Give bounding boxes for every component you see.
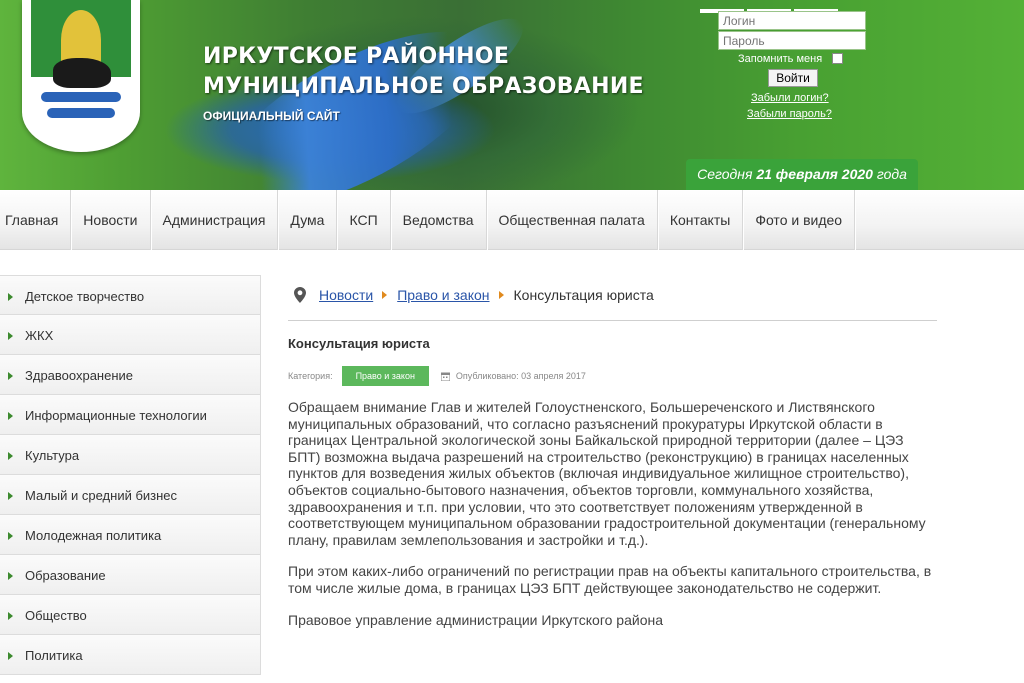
nav-item-duma[interactable]: Дума bbox=[278, 190, 338, 250]
remember-me-checkbox[interactable] bbox=[832, 53, 843, 64]
chevron-right-icon bbox=[8, 412, 13, 420]
category-badge[interactable]: Право и закон bbox=[341, 366, 429, 386]
nav-item-contacts[interactable]: Контакты bbox=[658, 190, 744, 250]
sidebar-menu: Детское творчество ЖКХ Здравоохранение И… bbox=[0, 275, 261, 675]
chevron-right-icon bbox=[8, 532, 13, 540]
sidebar-item-housing[interactable]: ЖКХ bbox=[0, 315, 261, 355]
article-paragraph: Обращаем внимание Глав и жителей Голоуст… bbox=[288, 399, 926, 548]
chevron-right-icon bbox=[8, 293, 13, 301]
today-date: Сегодня 21 февраля 2020 года bbox=[686, 159, 918, 190]
nav-item-agencies[interactable]: Ведомства bbox=[391, 190, 487, 250]
sidebar-item-youth[interactable]: Молодежная политика bbox=[0, 515, 261, 555]
forgot-login-link[interactable]: Забыли логин? bbox=[751, 92, 829, 104]
breadcrumb-link-law[interactable]: Право и закон bbox=[397, 287, 489, 303]
site-title-line2: МУНИЦИПАЛЬНОЕ ОБРАЗОВАНИЕ bbox=[203, 74, 644, 99]
breadcrumb: Новости Право и закон Консультация юрист… bbox=[294, 287, 654, 303]
divider bbox=[288, 320, 937, 321]
site-header: ИРКУТСКОЕ РАЙОННОЕ МУНИЦИПАЛЬНОЕ ОБРАЗОВ… bbox=[0, 0, 1024, 190]
login-input[interactable] bbox=[718, 11, 866, 30]
site-subtitle: ОФИЦИАЛЬНЫЙ САЙТ bbox=[203, 109, 340, 123]
login-button[interactable]: Войти bbox=[768, 69, 818, 87]
article-paragraph: Правовое управление администрации Иркутс… bbox=[288, 611, 664, 628]
map-pin-icon bbox=[294, 287, 306, 303]
sidebar-item-education[interactable]: Образование bbox=[0, 555, 261, 595]
nav-item-home[interactable]: Главная bbox=[0, 190, 72, 250]
nav-item-news[interactable]: Новости bbox=[71, 190, 151, 250]
chevron-right-icon bbox=[8, 452, 13, 460]
coat-of-arms-icon[interactable] bbox=[22, 0, 140, 152]
article-paragraph: При этом каких-либо ограничений по регис… bbox=[288, 563, 932, 596]
breadcrumb-link-news[interactable]: Новости bbox=[319, 287, 373, 303]
chevron-right-icon bbox=[8, 372, 13, 380]
chevron-right-icon bbox=[8, 612, 13, 620]
main-nav: Главная Новости Администрация Дума КСП В… bbox=[0, 190, 1024, 250]
calendar-icon bbox=[440, 372, 450, 381]
breadcrumb-arrow-icon bbox=[382, 291, 388, 299]
sidebar-item-healthcare[interactable]: Здравоохранение bbox=[0, 355, 261, 395]
chevron-right-icon bbox=[8, 492, 13, 500]
nav-item-public-chamber[interactable]: Общественная палата bbox=[487, 190, 658, 250]
article-title: Консультация юриста bbox=[288, 336, 430, 351]
sidebar-item-it[interactable]: Информационные технологии bbox=[0, 395, 261, 435]
sidebar-item-politics[interactable]: Политика bbox=[0, 635, 261, 675]
site-title-line1: ИРКУТСКОЕ РАЙОННОЕ bbox=[203, 44, 510, 69]
chevron-right-icon bbox=[8, 332, 13, 340]
login-form: Запомнить меня Войти Забыли логин? Забыл… bbox=[690, 0, 890, 125]
breadcrumb-arrow-icon bbox=[498, 291, 504, 299]
nav-item-photo-video[interactable]: Фото и видео bbox=[743, 190, 856, 250]
article-body: Обращаем внимание Глав и жителей Голоуст… bbox=[288, 399, 938, 643]
sidebar-item-children-creativity[interactable]: Детское творчество bbox=[0, 275, 261, 315]
published-date: Опубликовано: 03 апреля 2017 bbox=[455, 371, 586, 381]
remember-me-label: Запомнить меня bbox=[738, 53, 823, 65]
sidebar-item-culture[interactable]: Культура bbox=[0, 435, 261, 475]
forgot-password-link[interactable]: Забыли пароль? bbox=[747, 108, 832, 120]
sidebar-item-business[interactable]: Малый и средний бизнес bbox=[0, 475, 261, 515]
password-input[interactable] bbox=[718, 31, 866, 50]
chevron-right-icon bbox=[8, 572, 13, 580]
nav-item-administration[interactable]: Администрация bbox=[151, 190, 279, 250]
site-title[interactable]: ИРКУТСКОЕ РАЙОННОЕ МУНИЦИПАЛЬНОЕ ОБРАЗОВ… bbox=[203, 42, 644, 102]
breadcrumb-current: Консультация юриста bbox=[513, 287, 654, 303]
nav-item-ksp[interactable]: КСП bbox=[337, 190, 391, 250]
chevron-right-icon bbox=[8, 652, 13, 660]
article-meta: Категория: Право и закон Опубликовано: 0… bbox=[288, 366, 586, 386]
sidebar-item-society[interactable]: Общество bbox=[0, 595, 261, 635]
category-label: Категория: bbox=[288, 371, 333, 381]
